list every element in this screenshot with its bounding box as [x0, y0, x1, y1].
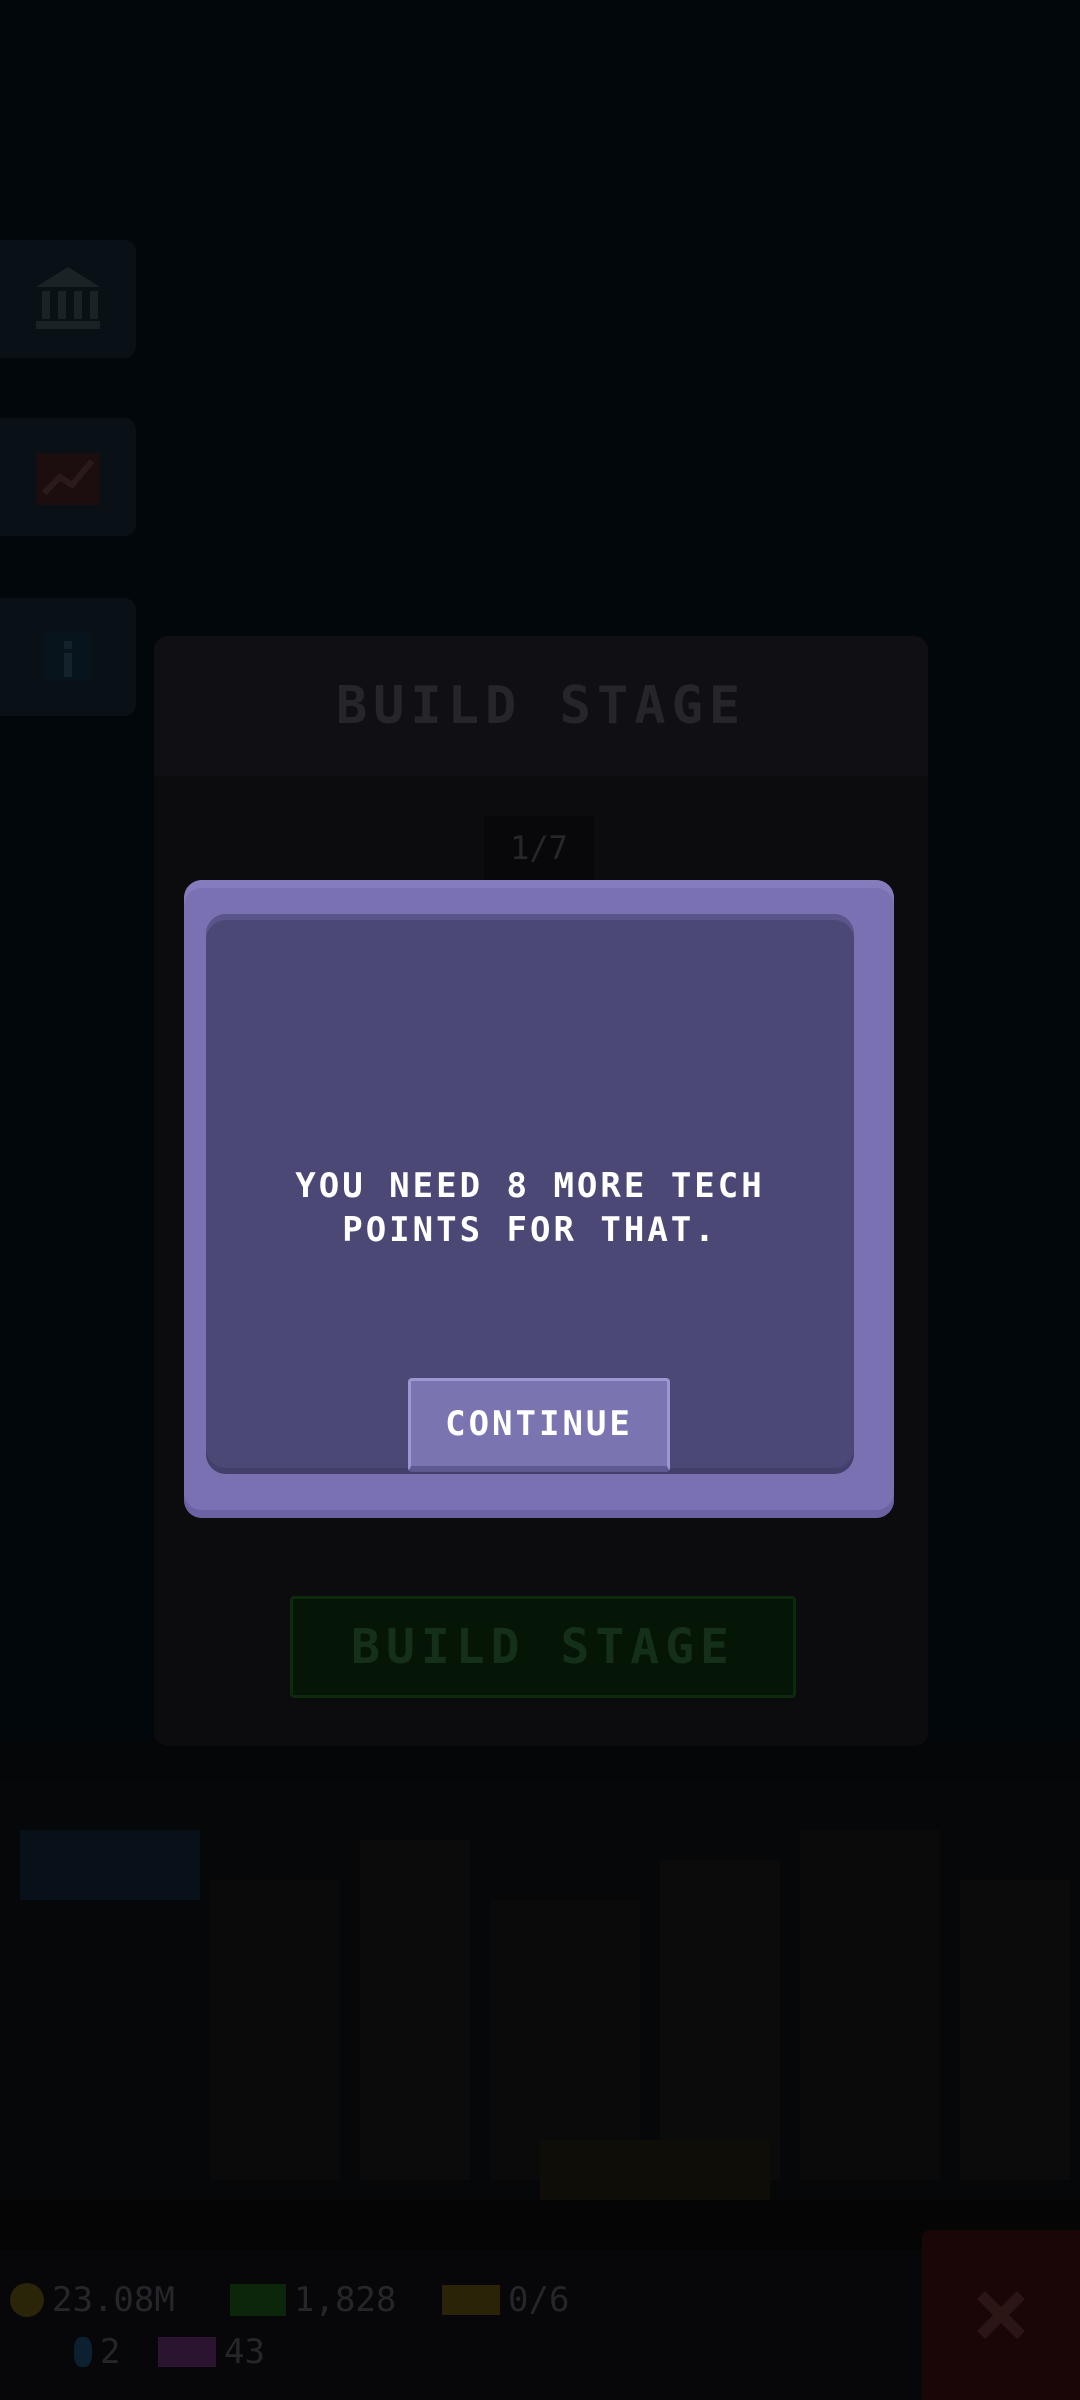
close-icon	[977, 2291, 1025, 2339]
info-icon	[44, 633, 92, 681]
build-stage-header: BUILD STAGE	[154, 636, 928, 776]
city-scene	[0, 1740, 1080, 2250]
tickets-value: 0/6	[508, 2280, 570, 2320]
city-skyline-image	[0, 1780, 1080, 2250]
info-button[interactable]	[0, 598, 136, 716]
coin-icon	[10, 2283, 44, 2317]
cash-icon	[230, 2284, 286, 2316]
status-bar	[0, 2250, 1080, 2400]
tickets-stat: 0/6	[442, 2280, 569, 2320]
build-stage-button[interactable]: BUILD STAGE	[290, 1596, 796, 1698]
cash-stat: 1,828	[230, 2280, 396, 2320]
museum-button[interactable]	[0, 240, 136, 358]
tech-points-stat: 43	[158, 2332, 265, 2372]
tech-points-value: 43	[224, 2332, 265, 2372]
build-stage-title: BUILD STAGE	[335, 676, 747, 736]
coins-value: 23.08M	[52, 2280, 175, 2320]
dialog-message: YOU NEED 8 MORE TECH POINTS FOR THAT.	[295, 1166, 765, 1250]
page-indicator: 1/7	[484, 816, 594, 880]
bank-icon	[36, 267, 100, 329]
coins-stat: 23.08M	[10, 2280, 175, 2320]
stats-button[interactable]	[0, 418, 136, 536]
chart-icon	[36, 453, 100, 505]
gems-stat: 2	[74, 2332, 120, 2372]
gem-icon	[74, 2337, 92, 2367]
close-button[interactable]	[922, 2230, 1080, 2400]
gems-value: 2	[100, 2332, 121, 2372]
continue-button[interactable]: CONTINUE	[408, 1378, 670, 1472]
tech-points-icon	[158, 2337, 216, 2367]
ticket-icon	[442, 2285, 500, 2315]
cash-value: 1,828	[294, 2280, 397, 2320]
